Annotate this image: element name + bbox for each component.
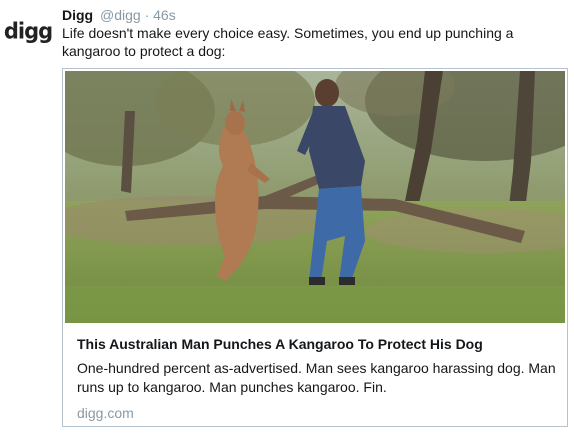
card-image[interactable] xyxy=(65,71,565,323)
card-description: One-hundred percent as-advertised. Man s… xyxy=(77,360,556,395)
digg-logo-avatar[interactable]: digg xyxy=(4,18,53,44)
author-handle[interactable]: @digg xyxy=(100,7,141,23)
author-name[interactable]: Digg xyxy=(62,7,93,23)
tweet-header: Digg @digg · 46s xyxy=(62,6,176,24)
tweet-timestamp[interactable]: 46s xyxy=(153,7,176,23)
avatar-logo-text: digg xyxy=(3,17,53,44)
tweet-text: Life doesn't make every choice easy. Som… xyxy=(62,25,514,59)
card-body[interactable]: This Australian Man Punches A Kangaroo T… xyxy=(77,335,557,422)
card-domain: digg.com xyxy=(77,405,134,421)
card-title[interactable]: This Australian Man Punches A Kangaroo T… xyxy=(77,335,557,353)
header-separator: · xyxy=(144,7,150,23)
link-card[interactable]: This Australian Man Punches A Kangaroo T… xyxy=(62,68,568,427)
